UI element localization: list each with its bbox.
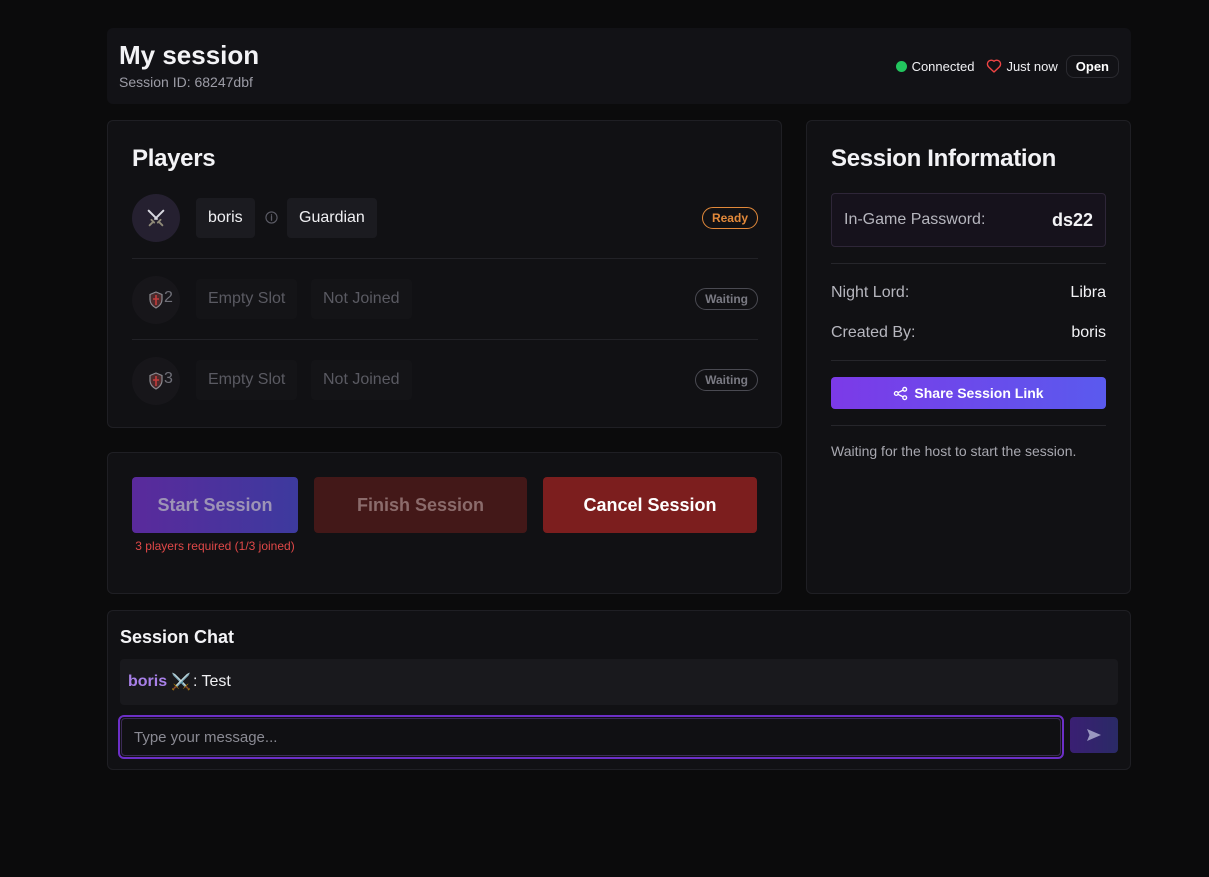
- waiting-note: Waiting for the host to start the sessio…: [831, 443, 1077, 459]
- slot-number: 2: [164, 289, 173, 306]
- divider: [831, 425, 1106, 426]
- connection-label: Connected: [911, 58, 975, 74]
- player-row: 3 Empty Slot Not Joined Waiting: [132, 339, 758, 419]
- player-row: boris Guardian Ready: [132, 178, 758, 258]
- send-button[interactable]: [1070, 717, 1118, 753]
- slot-number: 3: [164, 370, 173, 387]
- player-name: Empty Slot: [196, 279, 298, 319]
- created-by-value: boris: [1071, 324, 1106, 341]
- player-name: boris: [196, 198, 255, 238]
- session-id: Session ID: 68247dbf: [119, 74, 253, 90]
- cancel-session-button[interactable]: Cancel Session: [543, 477, 757, 533]
- session-info-title: Session Information: [831, 145, 1056, 172]
- connected-dot-icon: [895, 60, 907, 72]
- player-role: Not Joined: [311, 279, 412, 319]
- send-icon: [1086, 728, 1102, 742]
- session-info-panel: Session Information In-Game Password: ds…: [806, 120, 1131, 594]
- divider: [831, 360, 1106, 361]
- info-icon[interactable]: [265, 211, 278, 224]
- start-requirement-warning: 3 players required (1/3 joined): [135, 539, 295, 553]
- page-title: My session: [119, 40, 260, 70]
- players-panel: Players boris Guardian Ready 2 Empty Slo…: [107, 120, 782, 428]
- chat-message-input[interactable]: [121, 718, 1061, 756]
- session-actions-panel: Start Session 3 players required (1/3 jo…: [107, 452, 782, 594]
- session-chat-panel: Session Chat boris ⚔️ : Test: [107, 610, 1131, 770]
- created-by-label: Created By:: [831, 324, 916, 341]
- player-role: Guardian: [287, 198, 377, 238]
- password-value[interactable]: ds22: [1052, 210, 1093, 231]
- chat-title: Session Chat: [120, 627, 235, 647]
- connection-status: Connected: [895, 58, 975, 74]
- night-lord-value: Libra: [1070, 284, 1106, 301]
- heart-icon: [986, 59, 1002, 73]
- player-name: Empty Slot: [196, 360, 298, 400]
- divider: [831, 263, 1106, 264]
- chat-input-wrapper: [118, 715, 1064, 759]
- heartbeat-status: Just now: [986, 58, 1058, 74]
- finish-session-button[interactable]: Finish Session: [314, 477, 527, 533]
- crossed-swords-icon: ⚔️: [171, 674, 192, 691]
- chat-author: boris: [128, 673, 168, 690]
- share-label: Share Session Link: [914, 385, 1044, 401]
- session-status-bar: Connected Just now Open: [895, 54, 1119, 78]
- password-box: In-Game Password: ds22: [831, 193, 1106, 247]
- player-row: 2 Empty Slot Not Joined Waiting: [132, 258, 758, 338]
- password-label: In-Game Password:: [844, 211, 986, 228]
- status-badge: Waiting: [695, 369, 758, 391]
- status-badge: Ready: [701, 207, 758, 229]
- share-icon: [893, 386, 908, 401]
- chat-message: boris ⚔️ : Test: [120, 659, 1118, 705]
- start-session-button[interactable]: Start Session: [132, 477, 298, 533]
- players-title: Players: [132, 145, 216, 172]
- night-lord-label: Night Lord:: [831, 284, 910, 301]
- session-header: My session Session ID: 68247dbf Connecte…: [107, 28, 1131, 104]
- crossed-swords-icon: [132, 194, 180, 242]
- share-session-link-button[interactable]: Share Session Link: [831, 377, 1106, 409]
- status-badge: Waiting: [695, 288, 758, 310]
- session-state-badge: Open: [1065, 54, 1119, 78]
- chat-text: Test: [201, 673, 231, 690]
- player-role: Not Joined: [311, 360, 412, 400]
- heartbeat-label: Just now: [1006, 58, 1058, 74]
- chat-separator: :: [193, 673, 198, 690]
